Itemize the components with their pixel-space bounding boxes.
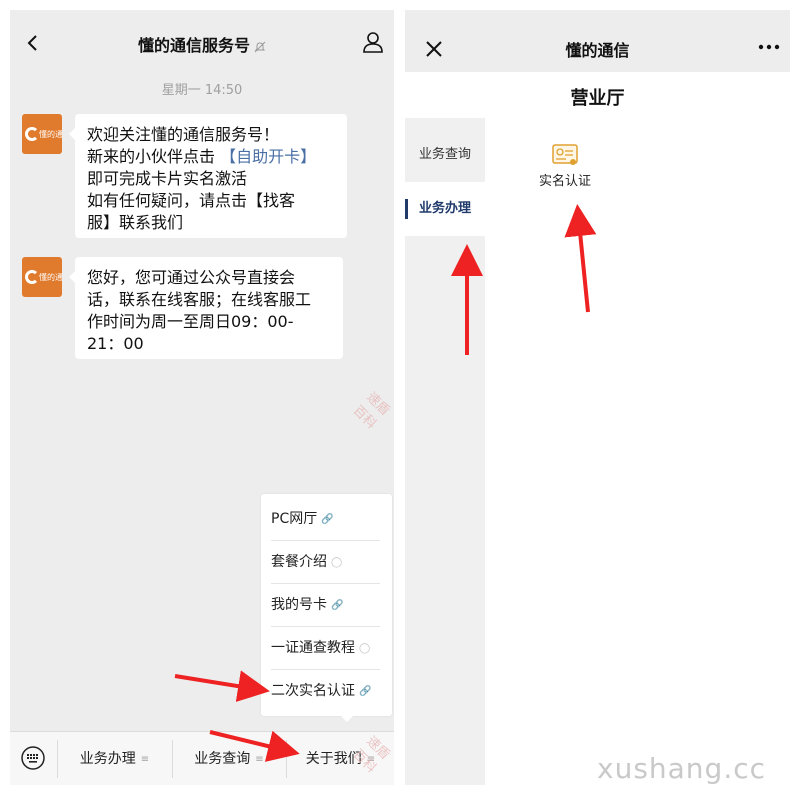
menu-item-secondary-realname[interactable]: 二次实名认证 🔗: [271, 670, 380, 713]
menu-business-query[interactable]: 业务查询 ≡: [173, 732, 285, 785]
menu-label: 业务查询: [194, 751, 251, 767]
link-icon: 🔗: [359, 686, 372, 697]
menu-item-package-intro[interactable]: 套餐介绍 ◯: [271, 541, 380, 584]
menu-item-my-card[interactable]: 我的号卡 🔗: [271, 584, 380, 627]
sidebar-item-label: 业务查询: [418, 147, 471, 162]
bottom-menu-bar: 业务办理 ≡ 业务查询 ≡ 关于我们 ≡: [10, 731, 394, 785]
menu-item-label: 我的号卡: [271, 597, 327, 613]
watermark: 速盾百科: [349, 389, 393, 433]
message-line: 话，联系在线客服；在线客服工: [87, 290, 312, 309]
user-profile-icon[interactable]: [362, 31, 384, 53]
category-sidebar: 业务查询 业务办理: [405, 118, 485, 785]
chat-nav-bar: 懂的通信服务号: [10, 10, 394, 72]
message-text: 新来的小伙伴点击: [87, 147, 216, 166]
message-line: 服】联系我们: [87, 213, 184, 232]
page-title: 懂的通信: [565, 41, 630, 60]
message-line: 如有任何疑问，请点击【找客: [87, 191, 296, 210]
menu-item-label: 套餐介绍: [271, 554, 327, 570]
account-avatar[interactable]: 懂的通信: [22, 114, 62, 154]
realname-auth-service[interactable]: 实名认证: [527, 144, 603, 189]
keyboard-icon[interactable]: [21, 746, 45, 770]
chat-bubble-icon: ◯: [359, 643, 371, 654]
hall-heading: 营业厅: [570, 88, 625, 109]
link-icon: 🔗: [331, 600, 344, 611]
menu-business-handling[interactable]: 业务办理 ≡: [58, 732, 171, 785]
message-line: 作时间为周一至周日09：00-: [87, 312, 294, 331]
chat-panel: 懂的通信服务号 星期一 14:50 懂的通信 欢迎关注懂的通信服务号！ 新来的小…: [10, 10, 394, 785]
menu-item-pc-hall[interactable]: PC网厅 🔗: [271, 498, 380, 541]
self-service-card-link[interactable]: 【自助开卡】: [220, 147, 316, 166]
chat-title: 懂的通信服务号: [10, 32, 394, 56]
sidebar-item-label: 业务办理: [418, 201, 471, 216]
active-indicator: [405, 199, 408, 219]
site-watermark: xushang.cc: [597, 752, 767, 785]
message-bubble: 您好，您可通过公众号直接会 话，联系在线客服；在线客服工 作时间为周一至周日09…: [69, 257, 343, 359]
message-line: 即可完成卡片实名激活: [87, 169, 248, 188]
link-icon: 🔗: [321, 514, 334, 525]
logo-c-icon: [25, 127, 39, 141]
id-card-icon: [552, 144, 578, 165]
menu-item-label: 二次实名认证: [271, 683, 355, 699]
business-hall-panel: 懂的通信 营业厅 业务查询 业务办理 实名认证: [405, 10, 790, 785]
chat-bubble-icon: ◯: [331, 557, 343, 568]
mini-program-top-bar: 懂的通信: [405, 10, 790, 72]
avatar-logo-text: 懂的通信: [39, 130, 62, 139]
account-avatar[interactable]: 懂的通信: [22, 257, 62, 297]
menu-item-label: PC网厅: [271, 511, 318, 527]
logo-c-icon: [25, 270, 39, 284]
menu-item-id-check-tutorial[interactable]: 一证通查教程 ◯: [271, 627, 380, 670]
menu-label: 业务办理: [79, 751, 136, 767]
sidebar-item-business-handling[interactable]: 业务办理: [405, 182, 485, 236]
menu-lines-icon: ≡: [140, 754, 150, 765]
message-line: 21：00: [87, 334, 144, 353]
chat-title-text: 懂的通信服务号: [137, 36, 250, 55]
message-line: 欢迎关注懂的通信服务号！: [87, 125, 280, 144]
message-line: 新来的小伙伴点击 【自助开卡】: [87, 146, 335, 168]
menu-lines-icon: ≡: [255, 754, 264, 765]
about-us-submenu: PC网厅 🔗 套餐介绍 ◯ 我的号卡 🔗 一证通查教程 ◯ 二次实名认证 🔗: [261, 494, 392, 722]
service-label: 实名认证: [538, 174, 591, 189]
avatar-logo-text: 懂的通信: [39, 273, 62, 282]
message-timestamp: 星期一 14:50: [161, 83, 243, 98]
sidebar-item-business-query[interactable]: 业务查询: [405, 128, 485, 182]
mute-icon: [254, 41, 266, 53]
more-icon[interactable]: [758, 44, 780, 50]
menu-item-label: 一证通查教程: [271, 640, 355, 656]
message-line: 您好，您可通过公众号直接会: [87, 268, 296, 287]
message-bubble: 欢迎关注懂的通信服务号！ 新来的小伙伴点击 【自助开卡】 即可完成卡片实名激活 …: [69, 114, 347, 238]
